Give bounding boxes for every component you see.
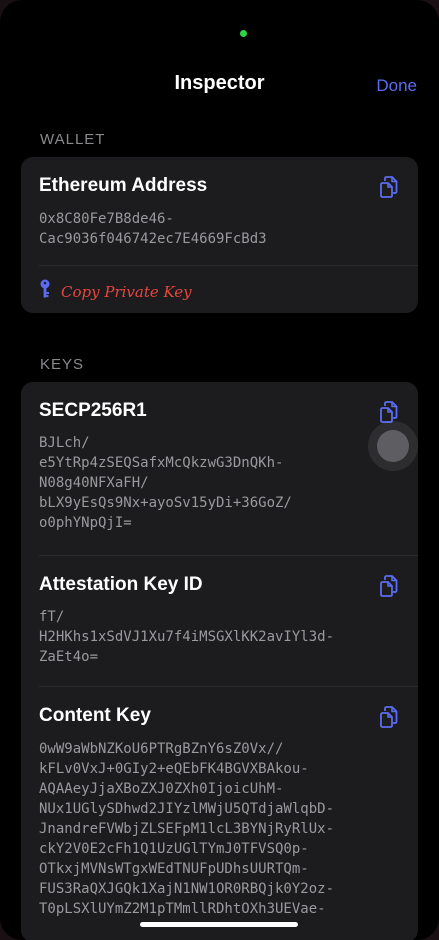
- inspector-screen: Inspector Done WALLET Ethereum Address 0…: [0, 0, 439, 940]
- copy-icon[interactable]: [378, 705, 400, 729]
- key-row-secp256r1: SECP256R1 BJLch/ e5YtRp4zSEQSafxMcQkzwG3…: [21, 382, 418, 555]
- copy-icon[interactable]: [378, 175, 400, 199]
- key-value: BJLch/ e5YtRp4zSEQSafxMcQkzwG3DnQKh- N08…: [39, 435, 292, 531]
- key-value: 0wW9aWbNZKoU6PTRgBZnY6sZ0Vx// kFLv0VxJ+0…: [39, 741, 335, 917]
- key-row-attestation-key-id: Attestation Key ID fT/ H2HKhs1xSdVJ1Xu7f…: [21, 556, 418, 686]
- copy-icon[interactable]: [378, 574, 400, 598]
- keys-card: SECP256R1 BJLch/ e5YtRp4zSEQSafxMcQkzwG3…: [21, 382, 418, 940]
- key-title: SECP256R1: [39, 400, 147, 421]
- camera-indicator: [240, 30, 247, 37]
- touch-indicator: [377, 430, 409, 462]
- wallet-card: Ethereum Address 0x8C80Fe7B8de46- Cac903…: [21, 157, 418, 313]
- divider: [39, 265, 418, 266]
- key-title: Attestation Key ID: [39, 574, 203, 595]
- section-label-wallet: WALLET: [40, 131, 106, 148]
- page-title: Inspector: [174, 72, 265, 94]
- copy-private-key-label: Copy Private Key: [61, 282, 192, 301]
- home-indicator[interactable]: [140, 922, 298, 927]
- key-title: Content Key: [39, 705, 151, 726]
- ethereum-address-row: Ethereum Address 0x8C80Fe7B8de46- Cac903…: [21, 157, 418, 265]
- key-icon: [39, 279, 51, 304]
- ethereum-address-value: 0x8C80Fe7B8de46- Cac9036f046742ec7E4669F…: [39, 211, 267, 247]
- key-row-content-key: Content Key 0wW9aWbNZKoU6PTRgBZnY6sZ0Vx/…: [21, 687, 418, 940]
- section-label-keys: KEYS: [40, 356, 85, 373]
- key-value: fT/ H2HKhs1xSdVJ1Xu7f4iMSGXlKK2avIYl3d- …: [39, 609, 335, 665]
- copy-private-key-button[interactable]: Copy Private Key: [39, 279, 192, 304]
- done-button[interactable]: Done: [376, 76, 417, 96]
- ethereum-address-title: Ethereum Address: [39, 175, 208, 196]
